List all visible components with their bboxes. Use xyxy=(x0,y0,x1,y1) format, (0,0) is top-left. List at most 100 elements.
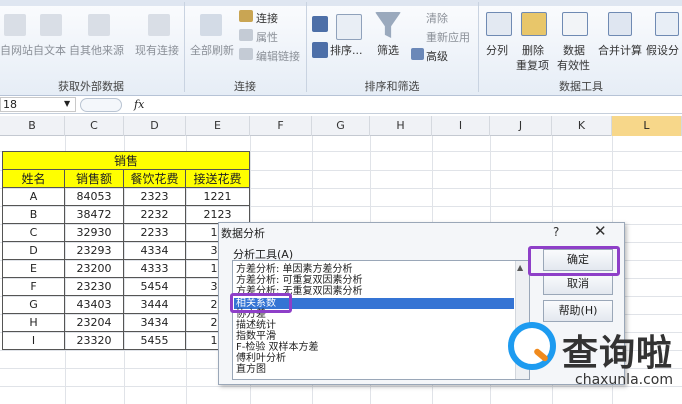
table-cell[interactable]: 38472 xyxy=(65,206,124,224)
table-cell[interactable]: H xyxy=(2,314,65,332)
from-web-button[interactable]: 自网站 xyxy=(0,42,33,58)
help-button[interactable]: 帮助(H) xyxy=(543,300,613,322)
edit-links-icon xyxy=(239,48,253,60)
table-cell[interactable]: 5454 xyxy=(124,278,186,296)
ribbon: 自网站 自文本 自其他来源 现有连接 获取外部数据 全部刷新 连接 属性 编辑链… xyxy=(0,0,682,96)
group-separator xyxy=(184,2,185,92)
table-cell[interactable]: 2233 xyxy=(124,224,186,242)
table-cell[interactable]: 23230 xyxy=(65,278,124,296)
table-cell[interactable]: 1221 xyxy=(186,188,250,206)
group-separator xyxy=(478,2,479,92)
what-if-analysis-button[interactable]: 假设分 xyxy=(646,42,679,58)
column-header-i[interactable]: I xyxy=(432,116,490,136)
table-cell[interactable]: 2232 xyxy=(124,206,186,224)
scroll-up-icon[interactable]: ▲ xyxy=(517,263,523,272)
watermark-brand: 查询啦 xyxy=(562,333,674,374)
group-separator xyxy=(306,2,307,92)
table-cell[interactable]: 23320 xyxy=(65,332,124,350)
table-cell[interactable]: 4333 xyxy=(124,260,186,278)
table-cell[interactable]: C xyxy=(2,224,65,242)
text-file-icon xyxy=(40,14,62,36)
analysis-tool-item[interactable]: F-检验 双样本方差 xyxy=(236,342,319,353)
properties-button[interactable]: 属性 xyxy=(256,29,278,45)
analysis-tool-item[interactable]: 直方图 xyxy=(236,364,266,375)
group-label-connections: 连接 xyxy=(234,80,256,93)
table-cell[interactable]: F xyxy=(2,278,65,296)
table-title-cell[interactable]: 销售 xyxy=(2,151,250,170)
column-header-d[interactable]: D xyxy=(124,116,186,136)
insert-function-icon[interactable]: fx xyxy=(134,98,144,111)
analysis-tool-item[interactable]: 方差分析: 可重复双因素分析 xyxy=(236,275,363,286)
analysis-tool-item[interactable]: 傅利叶分析 xyxy=(236,353,286,364)
reapply-button[interactable]: 重新应用 xyxy=(426,29,470,45)
advanced-filter-icon xyxy=(411,48,424,60)
name-box-dropdown-icon[interactable]: ▼ xyxy=(64,99,70,108)
table-cell[interactable]: 5455 xyxy=(124,332,186,350)
edit-links-button[interactable]: 编辑链接 xyxy=(256,48,300,64)
table-cell[interactable]: B xyxy=(2,206,65,224)
from-other-sources-button[interactable]: 自其他来源 xyxy=(69,42,124,58)
table-header-cell[interactable]: 姓名 xyxy=(2,170,65,188)
table-header-cell[interactable]: 销售额 xyxy=(65,170,124,188)
close-icon[interactable]: ✕ xyxy=(594,222,607,240)
text-to-columns-icon xyxy=(486,12,512,36)
column-header-c[interactable]: C xyxy=(65,116,124,136)
group-label-sort-filter: 排序和筛选 xyxy=(364,80,420,93)
consolidate-button[interactable]: 合并计算 xyxy=(598,42,642,58)
table-cell[interactable]: 23204 xyxy=(65,314,124,332)
table-cell[interactable]: G xyxy=(2,296,65,314)
column-header-g[interactable]: G xyxy=(312,116,370,136)
sort-ascending-icon[interactable] xyxy=(312,16,328,32)
table-cell[interactable]: 4334 xyxy=(124,242,186,260)
existing-connections-icon xyxy=(148,14,170,36)
existing-connections-button[interactable]: 现有连接 xyxy=(135,42,179,58)
table-header-cell[interactable]: 接送花费 xyxy=(186,170,250,188)
sort-descending-icon[interactable] xyxy=(312,42,328,58)
column-header-k[interactable]: K xyxy=(552,116,612,136)
table-cell[interactable]: 2323 xyxy=(124,188,186,206)
help-icon[interactable]: ? xyxy=(553,225,559,239)
analysis-tools-list[interactable]: 方差分析: 单因素方差分析 方差分析: 可重复双因素分析 方差分析: 无重复双因素分… xyxy=(232,260,530,380)
table-cell[interactable]: I xyxy=(2,332,65,350)
watermark-url: chaxunla.com xyxy=(575,372,673,388)
filter-button[interactable]: 筛选 xyxy=(377,42,399,58)
table-cell[interactable]: 23293 xyxy=(65,242,124,260)
analysis-tool-item[interactable]: 描述统计 xyxy=(236,320,276,331)
column-header-b[interactable]: B xyxy=(0,116,65,136)
column-header-l[interactable]: L xyxy=(612,116,682,136)
text-to-columns-button[interactable]: 分列 xyxy=(486,42,508,58)
column-header-h[interactable]: H xyxy=(370,116,432,136)
cancel-button[interactable]: 取消 xyxy=(543,273,613,295)
table-cell[interactable]: D xyxy=(2,242,65,260)
table-cell[interactable]: 43403 xyxy=(65,296,124,314)
table-cell[interactable]: 23200 xyxy=(65,260,124,278)
data-validation-button[interactable]: 数据 xyxy=(563,42,585,58)
table-header-cell[interactable]: 餐饮花费 xyxy=(124,170,186,188)
clear-filter-button[interactable]: 清除 xyxy=(426,10,448,26)
table-cell[interactable]: 3434 xyxy=(124,314,186,332)
refresh-all-button[interactable]: 全部刷新 xyxy=(190,42,234,58)
table-cell[interactable]: 84053 xyxy=(65,188,124,206)
watermark-logo-icon xyxy=(508,322,556,370)
refresh-icon xyxy=(200,14,222,36)
table-cell[interactable]: 32930 xyxy=(65,224,124,242)
data-validation-label-2: 有效性 xyxy=(557,59,590,72)
analysis-tool-item[interactable]: 方差分析: 单因素方差分析 xyxy=(236,264,353,275)
advanced-filter-button[interactable]: 高级 xyxy=(426,48,448,64)
formula-oval xyxy=(80,98,122,112)
web-icon xyxy=(4,14,26,36)
column-header-f[interactable]: F xyxy=(250,116,312,136)
from-text-button[interactable]: 自文本 xyxy=(33,42,66,58)
other-sources-icon xyxy=(88,14,110,36)
column-header-e[interactable]: E xyxy=(186,116,250,136)
sort-button[interactable]: 排序... xyxy=(330,42,363,58)
table-cell[interactable]: A xyxy=(2,188,65,206)
analysis-tool-item[interactable]: 指数平滑 xyxy=(236,331,276,342)
item-highlight-box xyxy=(230,293,292,313)
dialog-title: 数据分析 xyxy=(221,227,265,240)
column-header-j[interactable]: J xyxy=(490,116,552,136)
remove-duplicates-button[interactable]: 删除 xyxy=(522,42,544,58)
table-cell[interactable]: E xyxy=(2,260,65,278)
connections-button[interactable]: 连接 xyxy=(256,10,278,26)
table-cell[interactable]: 3444 xyxy=(124,296,186,314)
